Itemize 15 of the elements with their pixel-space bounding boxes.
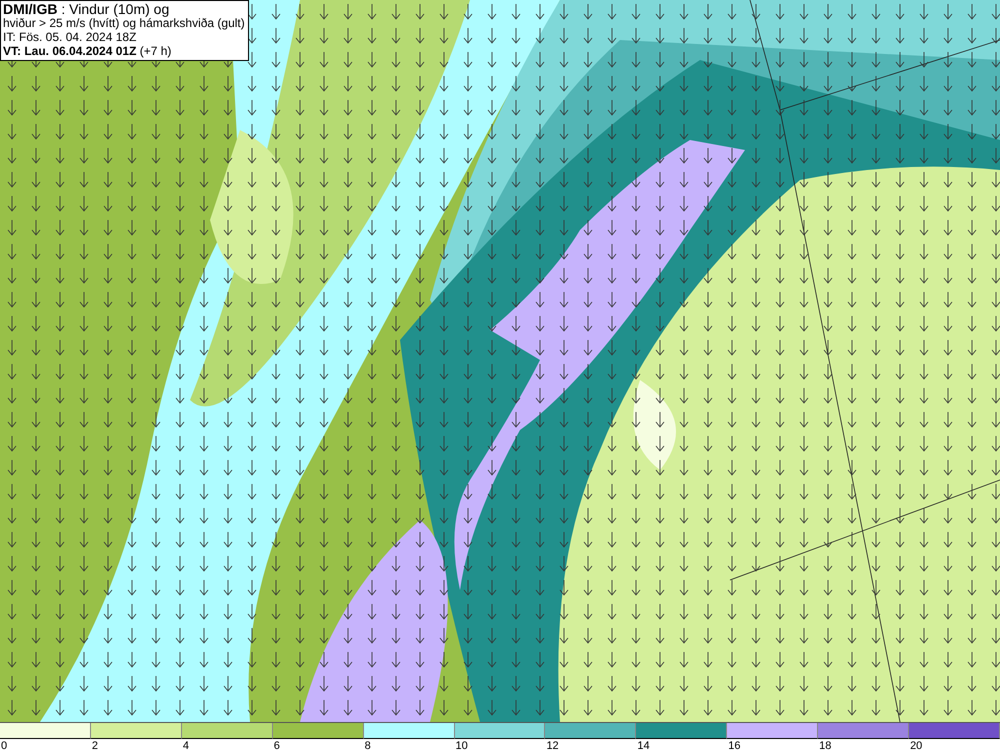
legend-label: 4 xyxy=(182,740,189,752)
legend-label: 14 xyxy=(637,740,650,752)
info-text: DMI/IGB : Vindur (10m) og xyxy=(3,2,170,16)
legend-label: 8 xyxy=(364,740,371,752)
info-text: IT: Fös. 05. 04. 2024 18Z xyxy=(3,30,138,44)
legend-label: 12 xyxy=(546,740,559,752)
legend-label: 10 xyxy=(456,740,468,752)
legend-label: 6 xyxy=(274,740,280,752)
legend-label: 20 xyxy=(910,740,922,752)
legend-label: 18 xyxy=(819,740,832,752)
legend-label: 2 xyxy=(92,740,98,752)
info-text: VT: Lau. 06.04.2024 01Z (+7 h) xyxy=(3,44,172,58)
legend-label: 16 xyxy=(728,740,740,752)
legend-label: 0 xyxy=(1,740,8,752)
info-text: hviður > 25 m/s (hvítt) og hámarkshviða (gult) xyxy=(3,16,245,30)
